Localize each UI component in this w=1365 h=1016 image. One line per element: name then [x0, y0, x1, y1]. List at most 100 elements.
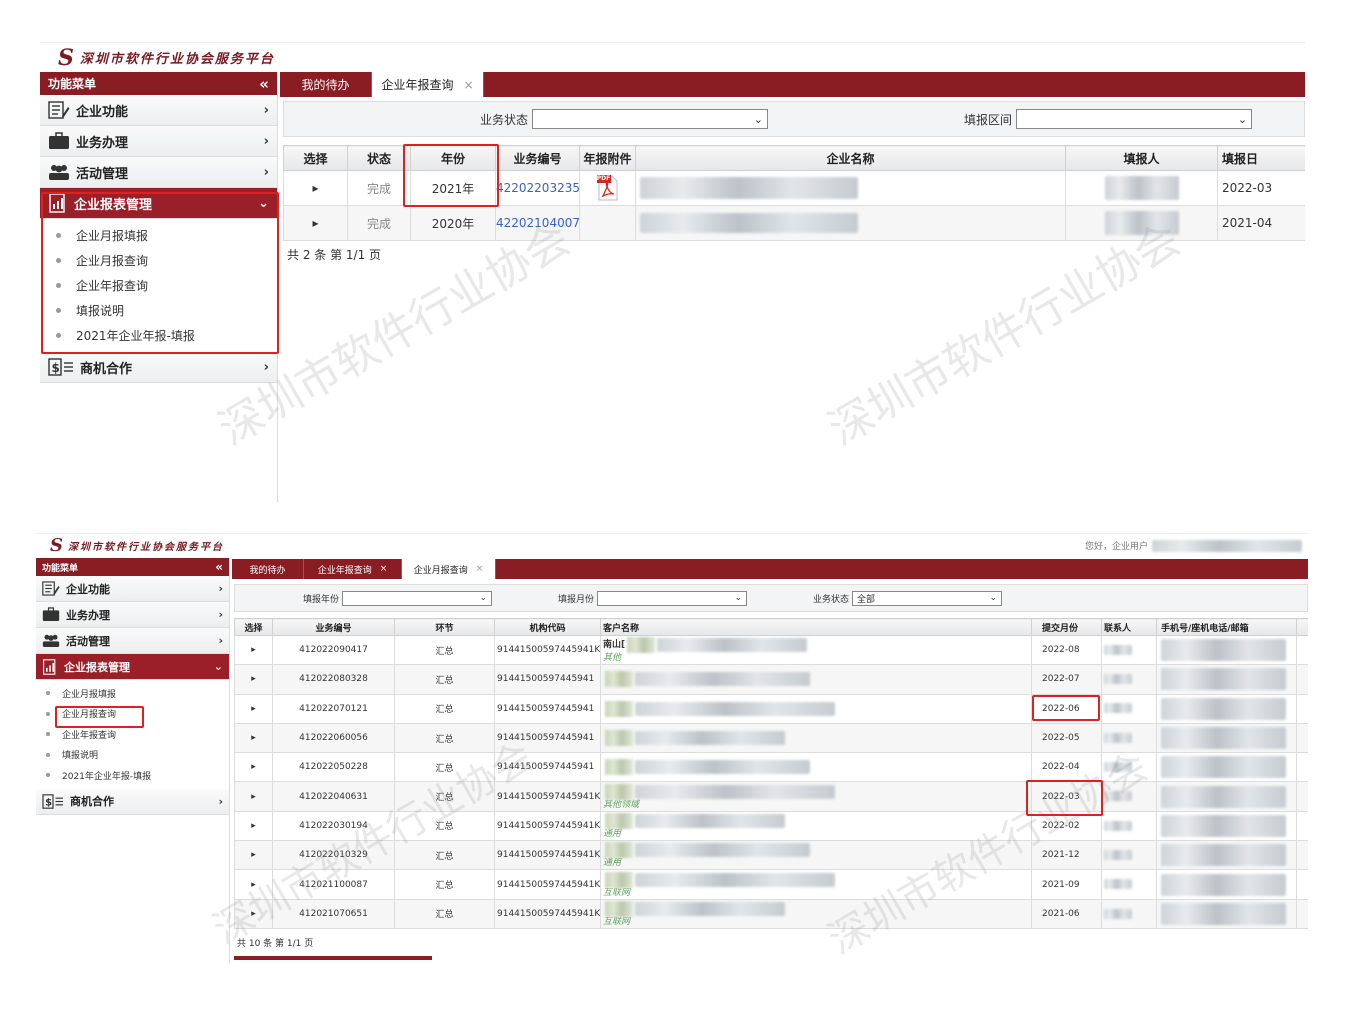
dollar-sign-icon: $	[42, 793, 64, 809]
collapse-icon[interactable]: «	[215, 560, 223, 574]
table-row[interactable]: ▸ 412022080328 汇总 91441500597445941 2022-07	[234, 664, 1308, 695]
customer-name	[600, 693, 1032, 724]
pdf-file-icon[interactable]: PDF	[579, 170, 636, 206]
table-row[interactable]: ▸ 412022050228 汇总 91441500597445941 2022-04	[234, 752, 1308, 783]
year-select[interactable]: ⌄	[342, 590, 493, 606]
row-expand-icon[interactable]: ▸	[234, 722, 273, 754]
sidebar-item-enterprise[interactable]: 企业功能 ›	[36, 576, 229, 602]
bullet-icon	[46, 691, 50, 696]
submenu-instructions[interactable]: 填报说明	[46, 745, 229, 766]
sidebar-item-business-coop[interactable]: $ 商机合作 ›	[40, 352, 277, 383]
contact-redacted	[1101, 781, 1157, 812]
submenu-monthly-query[interactable]: 企业月报查询	[46, 704, 229, 725]
submenu-annual-query[interactable]: 企业年报查询	[46, 724, 229, 745]
sidebar-item-report[interactable]: 企业报表管理 ⌄	[36, 654, 229, 680]
sidebar-item-business[interactable]: 业务办理 ›	[40, 126, 277, 157]
tab-monthly-query[interactable]: 企业月报查询 ×	[402, 559, 496, 579]
sidebar-item-activity[interactable]: 活动管理 ›	[40, 157, 277, 188]
org-code: 91441500597445941K	[494, 634, 601, 666]
table-row[interactable]: ▸ 412022040631 汇总 91441500597445941K 其他领域 202…	[234, 781, 1308, 812]
tab-annual-query[interactable]: 企业年报查询 ×	[304, 559, 402, 579]
monthly-table-body: ▸ 412022090417 汇总 91441500597445941K 南山[其他 20…	[234, 634, 1308, 929]
submenu-monthly-fill[interactable]: 企业月报填报	[46, 683, 229, 704]
table-row[interactable]: ▸ 412021070651 汇总 91441500597445941K 互联网 2021…	[234, 898, 1308, 929]
sidebar-item-enterprise[interactable]: 企业功能 ›	[40, 95, 277, 126]
business-no-link[interactable]: 422022032359	[495, 170, 580, 206]
phone-email-redacted	[1156, 781, 1297, 812]
row-expand-icon[interactable]: ▸	[234, 810, 273, 842]
row-expand-icon[interactable]: ▸	[234, 664, 273, 695]
row-expand-icon[interactable]: ▸	[283, 205, 348, 241]
people-group-icon	[48, 163, 70, 181]
submenu-annual-2021[interactable]: 2021年企业年报-填报	[56, 323, 277, 348]
status-select[interactable]: ⌄	[532, 109, 769, 129]
customer-name-redacted	[605, 671, 633, 688]
row-expand-icon[interactable]: ▸	[234, 781, 273, 812]
table-row[interactable]: ▸ 412022030194 汇总 91441500597445941K 通用 2022-…	[234, 810, 1308, 842]
submenu-annual-query[interactable]: 企业年报查询	[56, 273, 277, 298]
row-expand-icon[interactable]: ▸	[234, 869, 273, 900]
chevron-down-icon: ⌄	[213, 660, 223, 673]
business-no-link[interactable]: 422021040079	[495, 205, 580, 241]
sidebar-item-activity[interactable]: 活动管理 ›	[36, 628, 229, 654]
row-expand-icon[interactable]: ▸	[234, 693, 273, 724]
table-row[interactable]: ▸ 412021100087 汇总 91441500597445941K 互联网 2021…	[234, 869, 1308, 900]
briefcase-icon	[42, 607, 60, 622]
tab-my-todo[interactable]: 我的待办	[232, 559, 304, 579]
stage: 汇总	[394, 664, 495, 695]
org-code: 91441500597445941K	[494, 898, 601, 929]
customer-name-redacted	[627, 637, 656, 654]
submenu-annual-2021[interactable]: 2021年企业年报-填报	[46, 765, 229, 786]
monthly-report-screen: S 深圳市软件行业协会服务平台 您好，企业用户 功能菜单 « 企业功能 › 业务…	[36, 533, 1308, 963]
org-code: 91441500597445941	[494, 752, 601, 783]
submit-month: 2022-08	[1031, 634, 1102, 666]
submenu-monthly-query[interactable]: 企业月报查询	[56, 248, 277, 273]
table-row[interactable]: ▸ 412022090417 汇总 91441500597445941K 南山[其他 20…	[234, 634, 1308, 666]
table-row[interactable]: ▸ 完成 2021年 422022032359 PDF 2022-03	[283, 170, 1305, 206]
industry-tag: 其他领域	[603, 799, 640, 810]
status-select[interactable]: 全部 ⌄	[852, 590, 1003, 606]
company-name-redacted	[635, 170, 1066, 206]
close-icon[interactable]: ×	[380, 564, 388, 574]
chevron-right-icon: ›	[263, 133, 269, 149]
tab-bar: 我的待办 企业年报查询 × 企业月报查询 ×	[232, 559, 1308, 579]
tab-my-todo[interactable]: 我的待办	[280, 72, 372, 97]
close-icon[interactable]: ×	[476, 564, 484, 574]
period-select[interactable]: ⌄	[1016, 109, 1253, 129]
row-expand-icon[interactable]: ▸	[234, 840, 273, 871]
chevron-right-icon: ›	[218, 582, 223, 595]
customer-name	[600, 664, 1032, 695]
customer-name: 互联网	[600, 869, 1032, 900]
table-row[interactable]: ▸ 412022070121 汇总 91441500597445941 2022-06	[234, 693, 1308, 724]
customer-name-redacted	[657, 638, 808, 653]
monthly-table: 选择 业务编号 环节 机构代码 客户名称 提交月份 联系人 手机号/座机电话/邮…	[234, 618, 1308, 929]
month-select[interactable]: ⌄	[597, 590, 748, 606]
sidebar-item-business[interactable]: 业务办理 ›	[36, 602, 229, 628]
sidebar-header: 功能菜单 «	[36, 558, 229, 576]
row-expand-icon[interactable]: ▸	[234, 898, 273, 929]
row-expand-icon[interactable]: ▸	[283, 170, 348, 206]
sidebar-item-business-coop[interactable]: $ 商机合作 ›	[36, 788, 229, 815]
industry-tag: 互联网	[603, 916, 631, 927]
submit-month: 2021-06	[1031, 898, 1102, 929]
sidebar-header: 功能菜单 «	[40, 72, 277, 95]
collapse-icon[interactable]: «	[259, 75, 269, 93]
table-row[interactable]: ▸ 412022060056 汇总 91441500597445941 2022-05	[234, 722, 1308, 754]
submenu-instructions[interactable]: 填报说明	[56, 298, 277, 323]
table-row[interactable]: ▸ 412022010329 汇总 91441500597445941K 通用 2021-…	[234, 840, 1308, 871]
row-expand-icon[interactable]: ▸	[234, 752, 273, 783]
customer-name-redacted	[635, 760, 810, 775]
phone-email-redacted	[1156, 810, 1297, 842]
business-no: 412021100087	[272, 869, 395, 900]
customer-name-redacted	[635, 784, 835, 799]
tab-annual-query[interactable]: 企业年报查询 ×	[372, 72, 484, 97]
table-row[interactable]: ▸ 完成 2020年 422021040079 2021-04	[283, 205, 1305, 241]
sidebar-item-report[interactable]: 企业报表管理 ⌄	[40, 188, 277, 219]
submenu-monthly-fill[interactable]: 企业月报填报	[56, 223, 277, 248]
row-expand-icon[interactable]: ▸	[234, 634, 273, 666]
report-chart-icon	[48, 193, 68, 213]
close-icon[interactable]: ×	[463, 78, 473, 92]
customer-name-redacted	[635, 701, 835, 716]
stage: 汇总	[394, 752, 495, 783]
customer-name-redacted	[605, 783, 633, 800]
